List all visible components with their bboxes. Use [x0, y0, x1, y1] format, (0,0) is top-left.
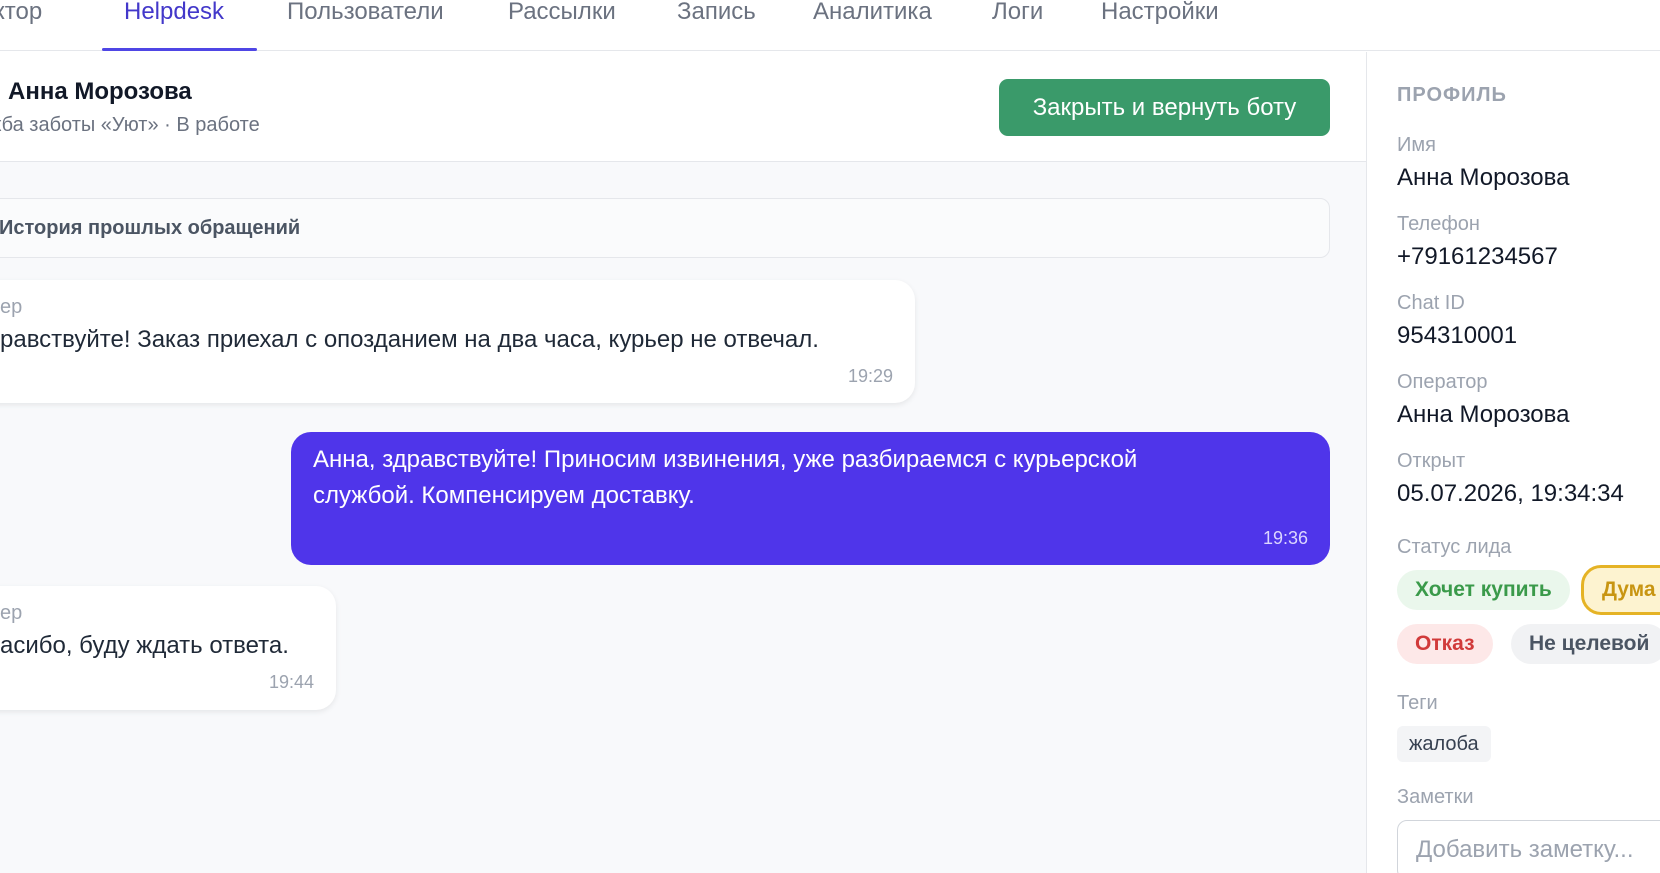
nav-tab-users[interactable]: Пользователи	[287, 0, 444, 50]
operator-value: Анна Морозова	[1397, 401, 1570, 428]
lead-status-wants-to-buy[interactable]: Хочет купить	[1397, 570, 1570, 610]
history-label: История прошлых обращений	[0, 217, 301, 239]
nav-tab-settings[interactable]: Настройки	[1101, 0, 1219, 50]
tag-chip[interactable]: жалоба	[1397, 726, 1491, 762]
chat-id-label: Chat ID	[1397, 292, 1465, 314]
message-text: равствуйте! Заказ приехал с опозданием н…	[0, 326, 819, 353]
name-label: Имя	[1397, 134, 1436, 156]
chat-panel: Анна Морозова жба заботы «Уют» · В работ…	[0, 52, 1366, 873]
message-time: 19:44	[268, 672, 314, 692]
message-text: асибо, буду ждать ответа.	[0, 632, 289, 659]
lead-status-label: Статус лида	[1397, 536, 1512, 558]
active-tab-indicator	[102, 48, 257, 51]
nav-tab-constructor[interactable]: уктор	[0, 0, 42, 50]
client-name: Анна Морозова	[8, 78, 192, 105]
nav-tab-analytics[interactable]: Аналитика	[813, 0, 932, 50]
notes-label: Заметки	[1397, 786, 1474, 808]
name-value: Анна Морозова	[1397, 164, 1570, 191]
close-and-return-to-bot-button[interactable]: Закрыть и вернуть боту	[999, 79, 1330, 136]
chat-header: Анна Морозова жба заботы «Уют» · В работ…	[0, 52, 1366, 162]
past-requests-history[interactable]: История прошлых обращений	[0, 198, 1330, 258]
message-sender: ер	[0, 602, 23, 624]
opened-value: 05.07.2026, 19:34:34	[1397, 480, 1624, 507]
nav-tab-logs[interactable]: Логи	[992, 0, 1043, 50]
profile-heading: ПРОФИЛЬ	[1397, 84, 1507, 106]
nav-tab-mailings[interactable]: Рассылки	[508, 0, 616, 50]
nav-tab-booking[interactable]: Запись	[677, 0, 756, 50]
message-text-line-2: службой. Компенсируем доставку.	[313, 482, 695, 509]
notes-input[interactable]	[1397, 820, 1660, 873]
message-sender: ер	[0, 296, 23, 318]
message-time: 19:36	[1262, 528, 1308, 548]
chat-id-value: 954310001	[1397, 322, 1518, 349]
profile-sidebar: ПРОФИЛЬ Имя Анна Морозова Телефон +79161…	[1366, 52, 1660, 873]
chat-subtitle: жба заботы «Уют» · В работе	[0, 114, 260, 136]
message-text-line-1: Анна, здравствуйте! Приносим извинения, …	[313, 446, 1138, 473]
nav-tab-helpdesk[interactable]: Helpdesk	[124, 0, 224, 50]
message-outgoing: Анна, здравствуйте! Приносим извинения, …	[291, 432, 1330, 565]
message-time: 19:29	[847, 366, 893, 386]
lead-status-thinking[interactable]: Дума	[1581, 565, 1660, 615]
phone-value: +79161234567	[1397, 243, 1558, 270]
tags-label: Теги	[1397, 692, 1438, 714]
message-incoming: ер асибо, буду ждать ответа. 19:44	[0, 586, 336, 710]
operator-label: Оператор	[1397, 371, 1488, 393]
helpdesk-page: уктор Helpdesk Пользователи Рассылки Зап…	[0, 0, 1660, 873]
message-incoming: ер равствуйте! Заказ приехал с опоздание…	[0, 280, 915, 403]
phone-label: Телефон	[1397, 213, 1480, 235]
top-nav: уктор Helpdesk Пользователи Рассылки Зап…	[0, 0, 1660, 51]
opened-label: Открыт	[1397, 450, 1466, 472]
lead-status-refused[interactable]: Отказ	[1397, 624, 1493, 664]
lead-status-not-target[interactable]: Не целевой	[1511, 624, 1660, 664]
